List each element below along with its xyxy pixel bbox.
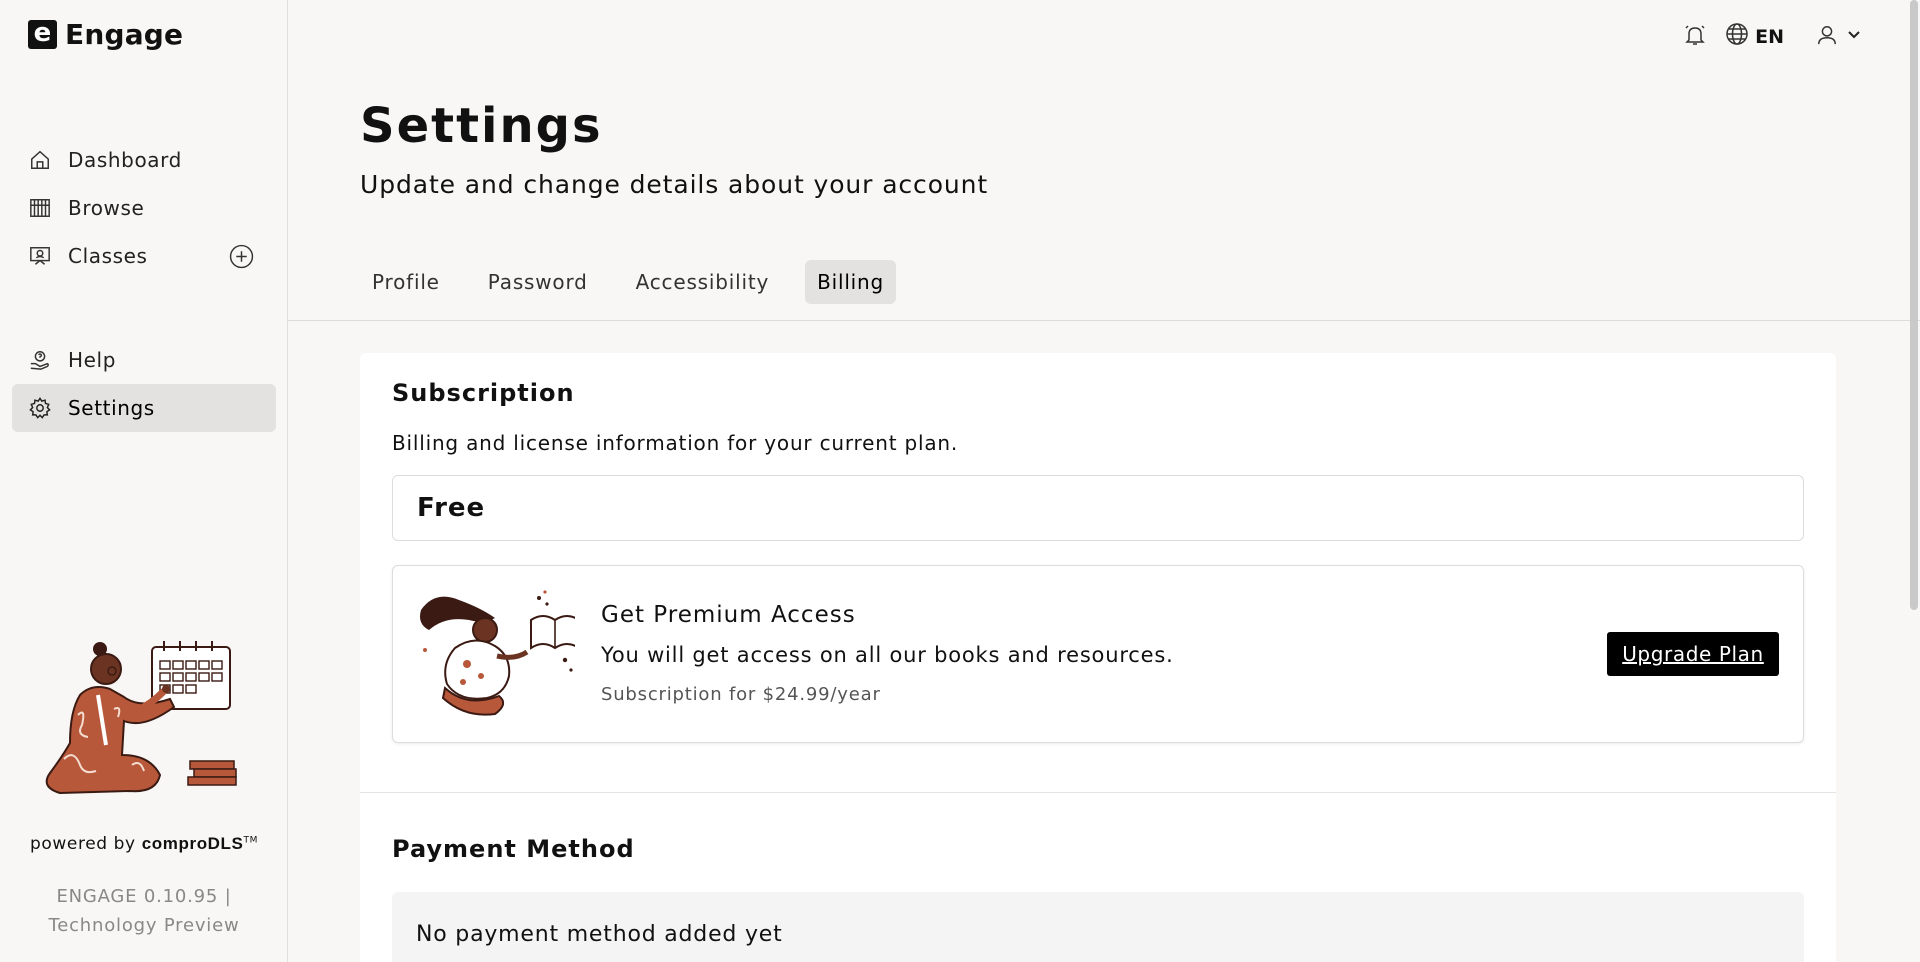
sidebar-item-label: Settings	[68, 396, 155, 420]
brand-logo: e	[28, 20, 57, 49]
version-info: ENGAGE 0.10.95 | Technology Preview	[0, 882, 288, 940]
brand[interactable]: e Engage	[28, 18, 183, 51]
notification-bell-icon[interactable]	[1683, 23, 1707, 51]
page-scrollbar[interactable]	[1910, 0, 1918, 610]
help-icon	[28, 348, 52, 372]
sidebar-item-settings[interactable]: Settings	[12, 384, 276, 432]
upgrade-plan-button[interactable]: Upgrade Plan	[1607, 632, 1779, 676]
tab-billing[interactable]: Billing	[805, 260, 897, 304]
add-class-icon[interactable]	[229, 244, 254, 269]
user-icon	[1816, 24, 1838, 50]
page-title: Settings	[360, 98, 603, 154]
trademark: TM	[243, 835, 258, 846]
version-line2: Technology Preview	[48, 915, 240, 936]
sidebar-item-label: Help	[68, 348, 116, 372]
sidebar: e Engage Dashboard Browse Classes Help S…	[0, 0, 288, 962]
subscription-description: Billing and license information for your…	[392, 431, 959, 455]
language-label: EN	[1755, 25, 1784, 48]
chevron-down-icon	[1846, 27, 1862, 47]
topbar: EN	[1683, 22, 1862, 51]
current-plan: Free	[392, 475, 1804, 541]
settings-tabs: Profile Password Accessibility Billing	[360, 260, 908, 304]
sidebar-item-help[interactable]: Help	[12, 336, 276, 384]
section-divider	[360, 792, 1836, 793]
classes-icon	[28, 244, 52, 268]
powered-by: powered by comproDLSTM	[0, 834, 288, 854]
tabs-divider	[288, 320, 1920, 321]
powered-brand: comproDLS	[141, 834, 244, 853]
sidebar-item-dashboard[interactable]: Dashboard	[12, 136, 276, 184]
brand-name: Engage	[65, 18, 184, 51]
payment-method-empty: No payment method added yet	[392, 892, 1804, 962]
tab-profile[interactable]: Profile	[360, 260, 452, 304]
version-line1: ENGAGE 0.10.95 |	[56, 886, 232, 907]
billing-panel: Subscription Billing and license informa…	[360, 353, 1836, 962]
language-selector[interactable]: EN	[1725, 22, 1784, 51]
premium-description: You will get access on all our books and…	[601, 643, 1174, 667]
globe-icon	[1725, 22, 1749, 51]
woman-with-book-illustration	[420, 590, 575, 716]
sidebar-item-browse[interactable]: Browse	[12, 184, 276, 232]
premium-access-card: Get Premium Access You will get access o…	[392, 565, 1804, 743]
sidebar-item-label: Browse	[68, 196, 145, 220]
secondary-nav: Help Settings	[12, 336, 276, 432]
tab-accessibility[interactable]: Accessibility	[624, 260, 781, 304]
sidebar-item-classes[interactable]: Classes	[12, 232, 276, 280]
browse-icon	[28, 196, 52, 220]
woman-with-calendar-illustration	[45, 641, 237, 795]
page-subtitle: Update and change details about your acc…	[360, 170, 989, 199]
premium-title: Get Premium Access	[601, 602, 856, 628]
user-menu[interactable]	[1816, 24, 1862, 50]
powered-prefix: powered by	[30, 834, 136, 854]
gear-icon	[28, 396, 52, 420]
main-nav: Dashboard Browse Classes	[12, 136, 276, 280]
sidebar-item-label: Classes	[68, 244, 148, 268]
sidebar-item-label: Dashboard	[68, 148, 182, 172]
premium-price: Subscription for $24.99/year	[601, 684, 881, 705]
payment-method-title: Payment Method	[392, 835, 635, 863]
subscription-title: Subscription	[392, 379, 575, 407]
home-icon	[28, 148, 52, 172]
tab-password[interactable]: Password	[476, 260, 600, 304]
